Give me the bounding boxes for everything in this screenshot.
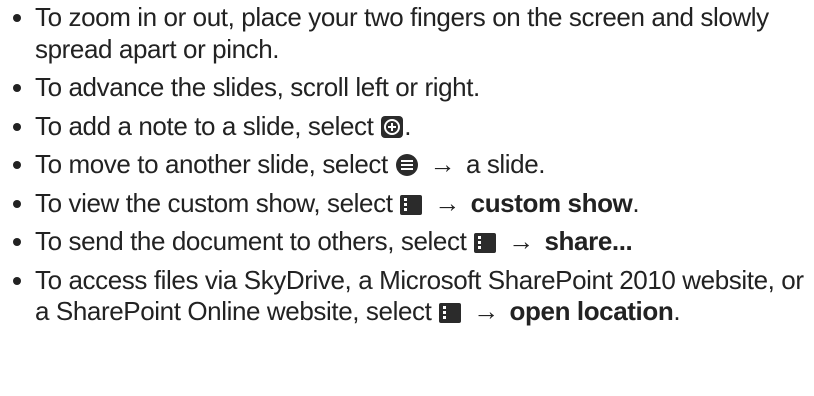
instruction-page: To zoom in or out, place your two finger… xyxy=(0,0,814,396)
bullet-dot xyxy=(13,14,21,22)
item-text: To advance the slides, scroll left or ri… xyxy=(35,72,480,102)
list-item-share: To send the document to others, select →… xyxy=(13,226,806,258)
menu-option-label: custom show xyxy=(470,187,633,218)
bullet-dot xyxy=(13,161,21,169)
list-item-open-location: To access files via SkyDrive, a Microsof… xyxy=(13,265,806,328)
bullet-dot xyxy=(13,84,21,92)
item-text-end: . xyxy=(404,110,412,141)
arrow-glyph: → xyxy=(508,226,534,256)
item-text: To add a note to a slide, select xyxy=(35,110,374,141)
menu-icon xyxy=(400,194,423,215)
arrow-glyph: → xyxy=(434,187,460,218)
item-text: To zoom in or out, place your two finger… xyxy=(35,2,769,64)
list-item-add-note: To add a note to a slide, select . xyxy=(13,111,806,143)
list-item-advance-slides: To advance the slides, scroll left or ri… xyxy=(13,72,806,104)
bullet-dot xyxy=(13,122,21,131)
menu-option-label: open location xyxy=(509,296,674,326)
list-item-custom-show: To view the custom show, select → custom… xyxy=(13,188,806,220)
slide-list-icon xyxy=(395,154,418,176)
menu-icon xyxy=(439,303,462,323)
item-text-end: . xyxy=(632,187,640,218)
arrow-glyph: → xyxy=(473,296,499,326)
list-item-zoom: To zoom in or out, place your two finger… xyxy=(13,2,806,65)
item-text: To access files via SkyDrive, a Microsof… xyxy=(35,264,804,327)
item-text: To move to another slide, select xyxy=(35,149,388,179)
item-text: To send the document to others, select xyxy=(35,226,467,256)
bullet-dot xyxy=(13,199,21,208)
menu-icon xyxy=(474,233,497,253)
bullet-dot xyxy=(13,238,21,246)
item-text-end: a slide. xyxy=(465,149,546,179)
arrow-glyph: → xyxy=(429,149,456,179)
bullet-dot xyxy=(13,276,21,285)
add-note-icon xyxy=(381,115,404,138)
item-text-end: . xyxy=(673,296,681,326)
item-text: To view the custom show, select xyxy=(35,187,393,218)
instruction-list: To zoom in or out, place your two finger… xyxy=(13,2,806,328)
list-item-move-slide: To move to another slide, select → a sli… xyxy=(13,149,806,181)
menu-option-label: share... xyxy=(544,226,633,256)
